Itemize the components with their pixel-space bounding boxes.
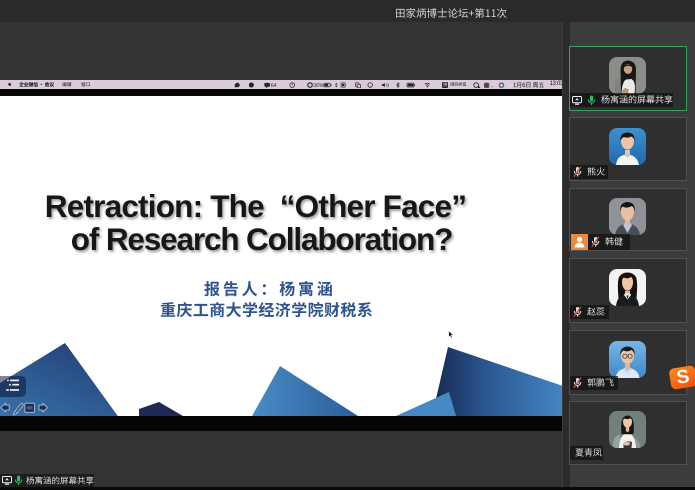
svg-text:36%: 36%	[313, 83, 324, 88]
svg-text:64: 64	[271, 83, 277, 88]
